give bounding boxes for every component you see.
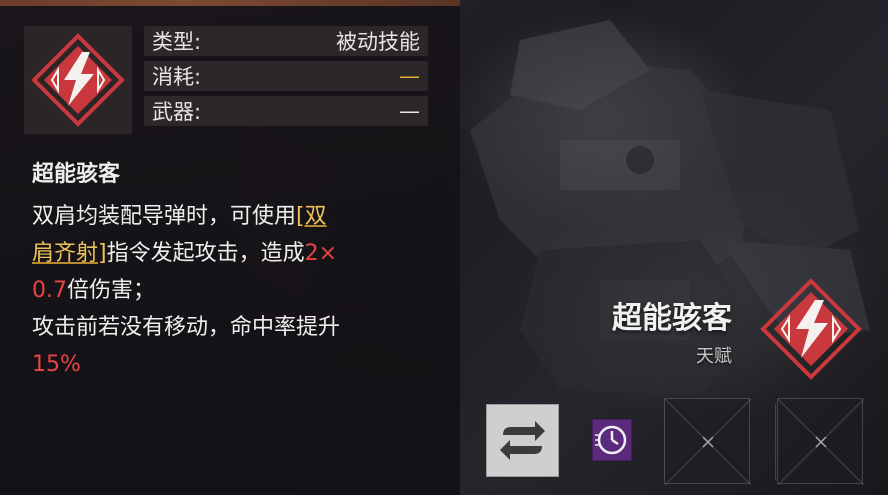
slot-divider: [775, 404, 776, 480]
panel-accent-bar: [0, 0, 460, 6]
slot-swap[interactable]: [486, 404, 559, 477]
slot-empty[interactable]: [777, 398, 865, 486]
skill-stats: 类型: 被动技能 消耗: — 武器: —: [144, 26, 428, 131]
lightning-diamond-icon: [31, 33, 125, 127]
stat-label: 武器:: [152, 100, 202, 124]
stat-label: 消耗:: [152, 65, 202, 89]
stat-row-weapon: 武器: —: [144, 96, 428, 126]
desc-text: 倍伤害；: [67, 278, 156, 303]
stat-value: —: [399, 99, 420, 123]
desc-text: 指令发起攻击，造成: [106, 241, 305, 266]
command-link[interactable]: 肩齐射]: [32, 241, 107, 266]
stat-row-type: 类型: 被动技能: [144, 26, 428, 56]
hit-rate-bonus: 15%: [32, 352, 81, 377]
damage-multiplier: 0.7: [32, 278, 67, 303]
swap-arrows-icon: [500, 421, 545, 460]
stat-row-cost: 消耗: —: [144, 61, 428, 91]
empty-slot-icon: [664, 398, 752, 486]
skill-name: 超能骇客: [32, 162, 121, 187]
stat-label: 类型:: [152, 30, 202, 54]
skill-icon-box: [24, 26, 132, 134]
stat-value: —: [399, 64, 420, 88]
stat-value: 被动技能: [336, 30, 420, 54]
skill-description: 双肩均装配导弹时，可使用[双 肩齐射]指令发起攻击，造成2× 0.7倍伤害； 攻…: [32, 198, 422, 383]
slot-clock[interactable]: [575, 404, 648, 477]
lightning-diamond-icon: [760, 278, 862, 380]
slot-empty[interactable]: [664, 398, 752, 486]
desc-text: 双肩均装配导弹时，可使用: [32, 204, 297, 229]
desc-text: 攻击前若没有移动，命中率提升: [32, 315, 341, 340]
talent-subtitle: 天赋: [696, 346, 732, 367]
damage-multiplier: 2×: [304, 241, 338, 266]
talent-icon[interactable]: [760, 278, 862, 380]
command-link[interactable]: [双: [296, 204, 327, 229]
talent-title: 超能骇客: [612, 301, 732, 336]
skill-detail-panel: 类型: 被动技能 消耗: — 武器: — 超能骇客 双肩均装配导弹时，可使用[双…: [0, 0, 460, 495]
clock-ring-icon: [591, 418, 633, 462]
empty-slot-icon: [777, 398, 865, 486]
